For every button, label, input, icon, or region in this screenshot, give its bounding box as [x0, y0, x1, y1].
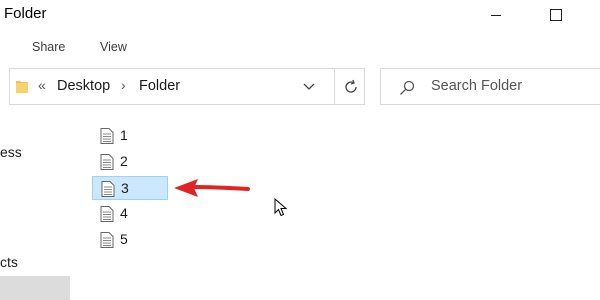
file-item-2[interactable]: 2 [92, 150, 168, 174]
file-name: 4 [120, 205, 128, 221]
file-item-4[interactable]: 4 [92, 202, 168, 226]
maximize-button[interactable] [533, 0, 579, 30]
navigation-pane: ess cts [0, 118, 72, 300]
document-icon [101, 181, 115, 197]
document-icon [100, 128, 114, 144]
ribbon: Share View [0, 32, 600, 62]
refresh-button[interactable] [334, 69, 366, 104]
file-name: 1 [120, 127, 128, 143]
document-icon [100, 232, 114, 248]
refresh-icon [344, 79, 357, 93]
search-box[interactable]: Search Folder [380, 68, 600, 105]
tab-view[interactable]: View [100, 40, 127, 54]
file-name: 2 [120, 153, 128, 169]
document-icon [100, 206, 114, 222]
file-item-1[interactable]: 1 [92, 124, 168, 148]
minimize-button[interactable] [473, 0, 519, 30]
breadcrumb-desktop[interactable]: Desktop [57, 78, 110, 94]
file-name: 5 [120, 231, 128, 247]
minimize-icon [491, 14, 501, 16]
folder-icon [16, 81, 28, 93]
file-item-5[interactable]: 5 [92, 228, 168, 252]
search-icon [400, 80, 415, 95]
nav-item-selected[interactable] [0, 276, 70, 300]
title-bar: Folder [0, 0, 600, 32]
chevron-down-icon[interactable] [301, 78, 317, 94]
breadcrumb-folder[interactable]: Folder [139, 78, 180, 94]
mouse-cursor-icon [274, 198, 288, 217]
nav-item-quick-access[interactable]: ess [0, 144, 22, 160]
search-input[interactable]: Search Folder [431, 78, 522, 94]
file-name: 3 [121, 180, 129, 196]
tab-share[interactable]: Share [32, 40, 65, 54]
document-icon [100, 154, 114, 170]
nav-item-objects[interactable]: cts [0, 254, 18, 270]
file-item-3[interactable]: 3 [92, 176, 168, 200]
maximize-icon [550, 9, 562, 21]
breadcrumb-separator[interactable]: › [121, 77, 126, 93]
breadcrumb-overflow[interactable]: « [38, 77, 46, 93]
window-title: Folder [4, 5, 47, 22]
address-bar[interactable]: « Desktop › Folder [9, 68, 365, 105]
red-arrow-icon [174, 179, 250, 197]
